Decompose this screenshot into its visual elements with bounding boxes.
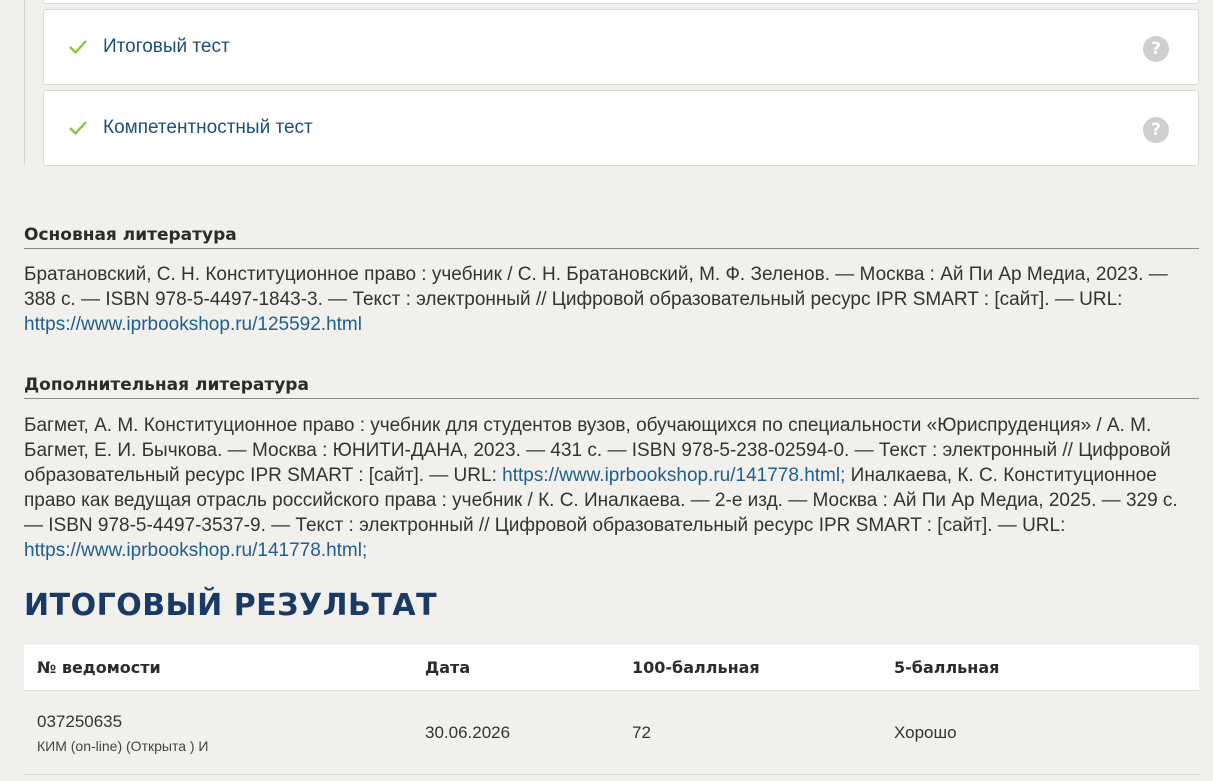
additional-literature-title: Дополнительная литература xyxy=(24,375,1199,399)
check-icon xyxy=(68,36,90,58)
cell-score5: Хорошо xyxy=(894,722,957,742)
cell-number: 037250635 КИМ (on-line) (Открыта ) И xyxy=(24,712,425,754)
column-header-date: Дата xyxy=(425,658,471,677)
column-header-score5: 5-балльная xyxy=(894,658,1000,677)
check-icon xyxy=(68,117,90,139)
table-header: № ведомости Дата 100-балльная 5-балльная xyxy=(24,645,1199,691)
help-icon[interactable]: ? xyxy=(1143,36,1169,62)
result-table: № ведомости Дата 100-балльная 5-балльная… xyxy=(24,645,1199,775)
main-literature-citation: Братановский, С. Н. Конституционное прав… xyxy=(24,264,1168,310)
test-label[interactable]: Итоговый тест xyxy=(103,36,230,58)
help-icon[interactable]: ? xyxy=(1143,117,1169,143)
additional-literature-link-2[interactable]: https://www.iprbookshop.ru/141778.html; xyxy=(24,540,367,561)
main-literature-link[interactable]: https://www.iprbookshop.ru/125592.html xyxy=(24,314,362,335)
result-heading: ИТОГОВЫЙ РЕЗУЛЬТАТ xyxy=(24,588,438,623)
table-row: 037250635 КИМ (on-line) (Открыта ) И 30.… xyxy=(24,691,1199,775)
module-rail xyxy=(24,0,25,165)
test-card-competence[interactable]: Компетентностный тест ? xyxy=(43,90,1199,166)
column-header-number: № ведомости xyxy=(37,658,161,677)
test-label[interactable]: Компетентностный тест xyxy=(103,117,313,139)
record-note: КИМ (on-line) (Открыта ) И xyxy=(37,737,209,754)
main-literature-title: Основная литература xyxy=(24,225,1199,249)
additional-literature-link-1[interactable]: https://www.iprbookshop.ru/141778.html; xyxy=(502,465,845,486)
cell-score100: 72 xyxy=(632,722,651,742)
additional-literature-text: Багмет, А. М. Конституционное право : уч… xyxy=(24,413,1194,563)
test-card-final[interactable]: Итоговый тест ? xyxy=(43,9,1199,85)
record-number: 037250635 xyxy=(37,711,123,731)
module-card-previous xyxy=(43,0,1199,4)
cell-date: 30.06.2026 xyxy=(425,722,511,742)
column-header-score100: 100-балльная xyxy=(632,658,760,677)
main-literature-text: Братановский, С. Н. Конституционное прав… xyxy=(24,262,1194,337)
